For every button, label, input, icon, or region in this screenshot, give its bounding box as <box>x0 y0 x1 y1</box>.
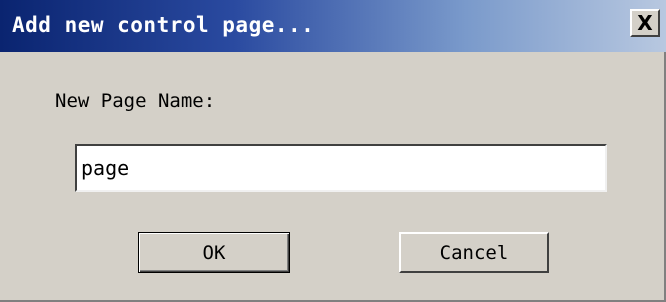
dialog-title: Add new control page... <box>12 13 315 37</box>
close-icon: X <box>637 11 653 35</box>
add-control-page-dialog: Add new control page... X New Page Name:… <box>0 0 666 302</box>
title-bar[interactable]: Add new control page... X <box>0 0 666 52</box>
cancel-button[interactable]: Cancel <box>399 232 549 273</box>
page-name-input[interactable] <box>75 144 607 192</box>
close-button[interactable]: X <box>630 9 660 37</box>
page-name-label: New Page Name: <box>55 90 216 112</box>
ok-button[interactable]: OK <box>138 232 290 273</box>
